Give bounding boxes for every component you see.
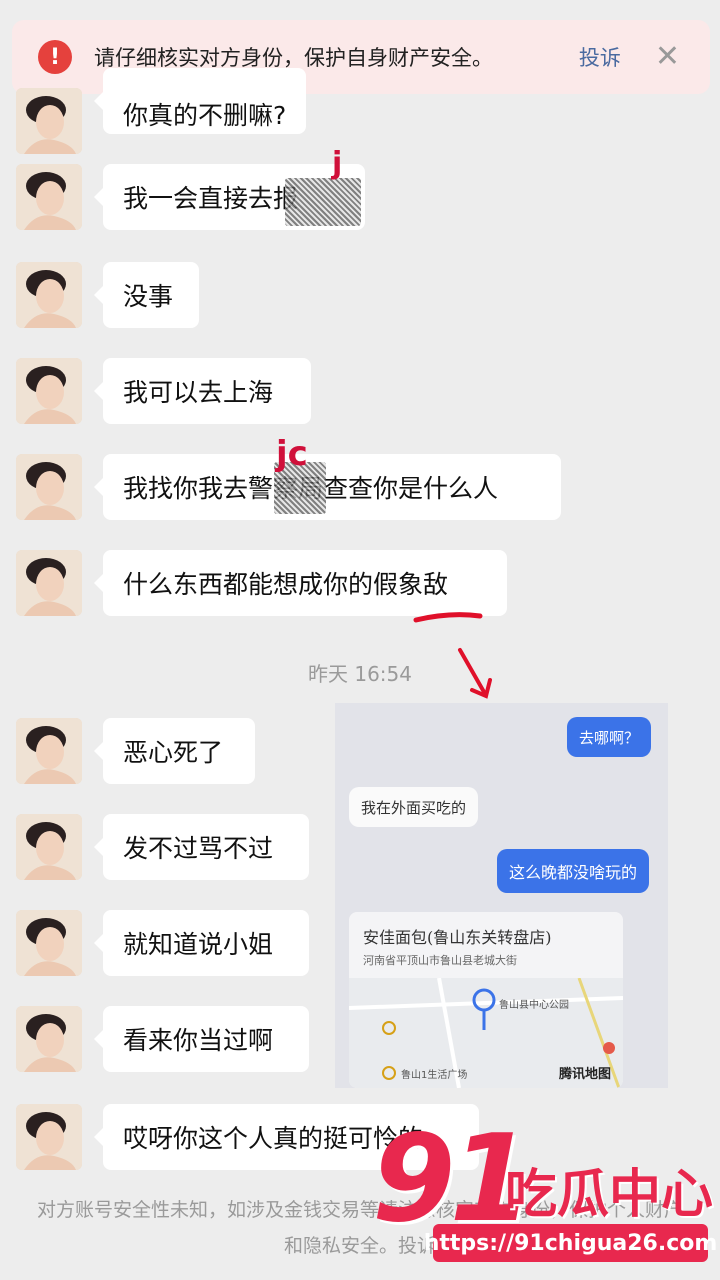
message-bubble[interactable]: 我可以去上海 xyxy=(94,358,311,424)
location-card: 安佳面包(鲁山东关转盘店) 河南省平顶山市鲁山县老城大街 鲁山县中心公园 鲁山1… xyxy=(349,912,623,1088)
avatar[interactable] xyxy=(16,358,82,424)
annotation-mark: j xyxy=(332,146,343,181)
timestamp: 昨天 16:54 xyxy=(308,662,412,686)
watermark-logo-number: 91 xyxy=(372,1110,533,1249)
message-bubble[interactable]: 你真的不删嘛? xyxy=(93,68,307,134)
location-title: 安佳面包(鲁山东关转盘店) xyxy=(363,928,552,947)
map-poi-label: 鲁山县中心公园 xyxy=(499,1000,569,1011)
inset-screenshot: 去哪啊？ 我在外面买吃的 这么晚都没啥玩的 安佳面包(鲁山东关转盘店) 河南省平… xyxy=(335,703,668,1088)
avatar[interactable] xyxy=(16,88,82,154)
message-bubble[interactable]: 恶心死了 xyxy=(94,718,255,784)
message-bubble[interactable]: 发不过骂不过 xyxy=(94,814,309,880)
message-text: 我一会直接去报 xyxy=(123,184,299,213)
avatar[interactable] xyxy=(16,910,82,976)
message-bubble[interactable]: 就知道说小姐 xyxy=(94,910,309,976)
avatar[interactable] xyxy=(16,814,82,880)
inset-message-sent: 去哪啊？ xyxy=(567,717,652,757)
map-poi-label: 鲁山1生活广场 xyxy=(401,1070,468,1081)
avatar[interactable] xyxy=(16,1104,82,1170)
location-address: 河南省平顶山市鲁山县老城大街 xyxy=(363,954,517,967)
blur-mark xyxy=(285,178,361,226)
alert-icon: ! xyxy=(38,40,72,74)
annotation-mark: jc xyxy=(276,434,308,474)
watermark-url: https://91chigua26.com xyxy=(424,1224,717,1262)
tencent-map-logo: 腾讯地图 xyxy=(558,1067,611,1082)
avatar[interactable] xyxy=(16,164,82,230)
watermark-logo-text: 吃瓜中心 xyxy=(505,1165,714,1225)
avatar[interactable] xyxy=(16,262,82,328)
avatar[interactable] xyxy=(16,550,82,616)
inset-message-received: 我在外面买吃的 xyxy=(349,787,479,827)
close-icon[interactable]: ✕ xyxy=(655,42,680,72)
complain-link[interactable]: 投诉 xyxy=(579,42,621,72)
avatar[interactable] xyxy=(16,718,82,784)
message-bubble[interactable]: 什么东西都能想成你的假象敌 xyxy=(94,550,507,616)
avatar[interactable] xyxy=(16,454,82,520)
message-bubble[interactable]: 没事 xyxy=(94,262,199,328)
message-bubble[interactable]: 我找你我去警察局查查你是什么人 xyxy=(94,454,561,520)
avatar[interactable] xyxy=(16,1006,82,1072)
message-bubble[interactable]: 看来你当过啊 xyxy=(94,1006,309,1072)
inset-message-sent: 这么晚都没啥玩的 xyxy=(497,849,650,893)
